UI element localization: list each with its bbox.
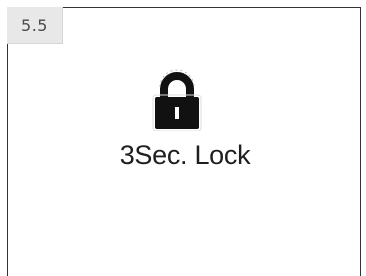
padlock-icon (152, 69, 202, 131)
step-number-badge: 5.5 (7, 7, 63, 44)
step-number: 5.5 (21, 15, 48, 35)
lock-status-label: 3Sec. Lock (119, 140, 251, 170)
